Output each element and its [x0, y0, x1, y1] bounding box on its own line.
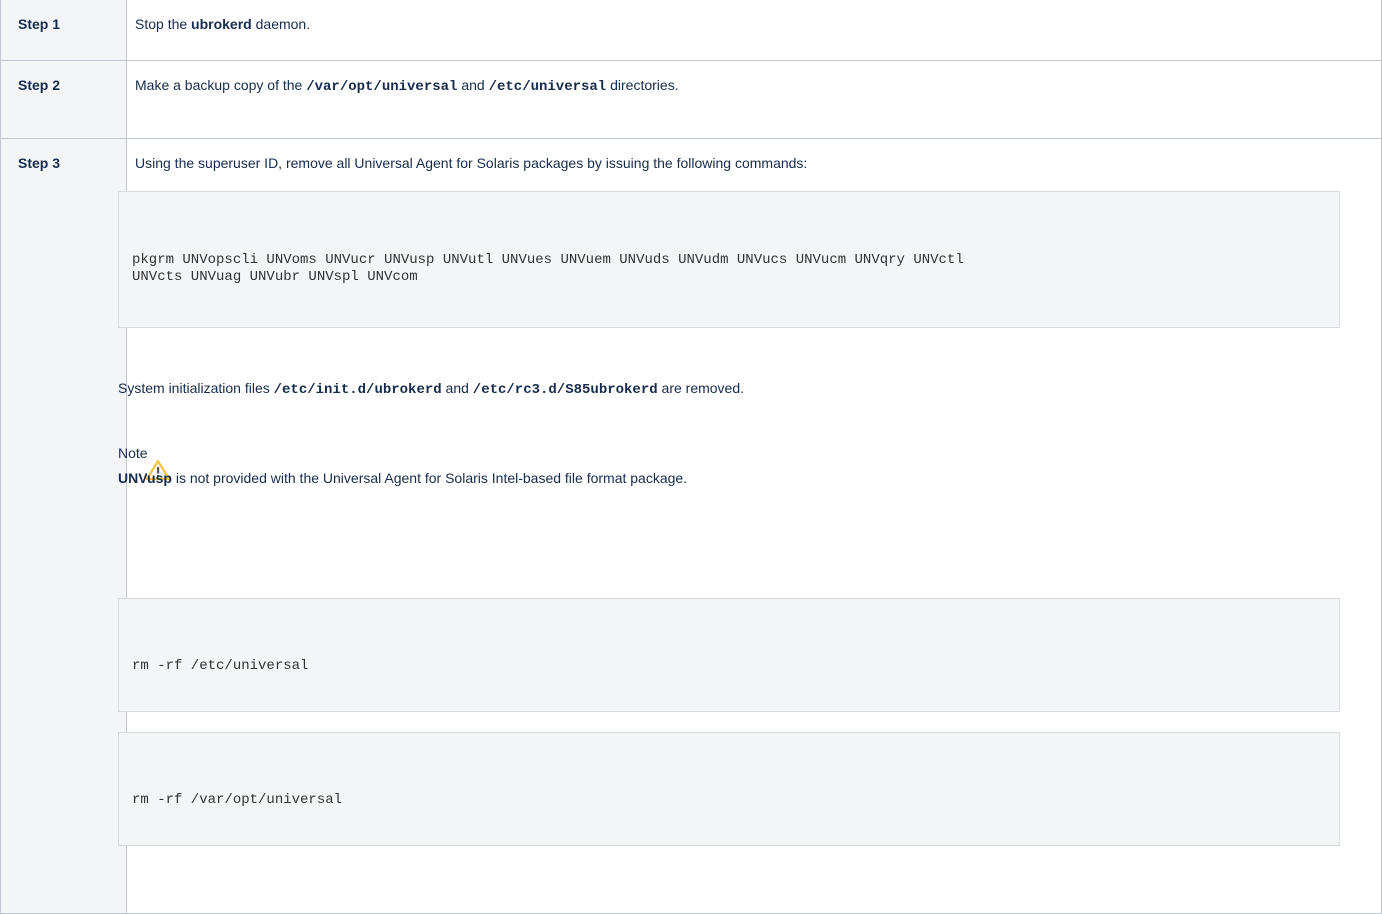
- code-block-rm-etc[interactable]: rm -rf /etc/universal: [118, 598, 1340, 712]
- step1-text-2: daemon.: [251, 16, 311, 32]
- step2-text-1: Make a backup copy of the: [135, 77, 307, 93]
- step-header-1: Step 1: [0, 0, 127, 61]
- step1-daemon-name: ubrokerd: [191, 16, 252, 32]
- code-line-1: pkgrm UNVopscli UNVoms UNVucr UNVusp UNV…: [132, 252, 964, 268]
- init-text-1: System initialization files: [118, 380, 274, 396]
- code-rm-etc: rm -rf /etc/universal: [132, 658, 309, 674]
- step-row-1: Step 1 Stop the ubrokerd daemon.: [0, 0, 1382, 61]
- init-path-2: /etc/rc3.d/S85ubrokerd: [472, 382, 658, 398]
- code-block-rm-var[interactable]: rm -rf /var/opt/universal: [118, 732, 1340, 846]
- code-block-pkgrm[interactable]: pkgrm UNVopscli UNVoms UNVucr UNVusp UNV…: [118, 191, 1340, 328]
- note-title: Note: [118, 445, 148, 461]
- init-path-1: /etc/init.d/ubrokerd: [273, 382, 442, 398]
- step1-text-1: Stop the: [135, 16, 192, 32]
- init-text-2: and: [441, 380, 473, 396]
- note-text: UNVusp is not provided with the Universa…: [118, 468, 687, 488]
- step2-text-3: directories.: [606, 77, 679, 93]
- step2-text-2: and: [457, 77, 489, 93]
- code-rm-var: rm -rf /var/opt/universal: [132, 792, 343, 808]
- step2-path-var: /var/opt/universal: [306, 79, 458, 95]
- step-row-2: Step 2 Make a backup copy of the /var/op…: [0, 60, 1382, 139]
- step2-path-etc: /etc/universal: [488, 79, 607, 95]
- init-files-paragraph: System initialization files /etc/init.d/…: [118, 378, 744, 400]
- step-body-1: Stop the ubrokerd daemon.: [126, 0, 1382, 61]
- note-body: is not provided with the Universal Agent…: [171, 470, 688, 486]
- note-package-name: UNVusp: [118, 470, 172, 486]
- step-header-2: Step 2: [0, 60, 127, 139]
- init-text-3: are removed.: [657, 380, 745, 396]
- step-body-2: Make a backup copy of the /var/opt/unive…: [126, 60, 1382, 139]
- code-line-2: UNVcts UNVuag UNVubr UNVspl UNVcom: [132, 269, 418, 285]
- step3-intro: Using the superuser ID, remove all Unive…: [135, 155, 808, 171]
- step-header-3: Step 3: [0, 138, 127, 914]
